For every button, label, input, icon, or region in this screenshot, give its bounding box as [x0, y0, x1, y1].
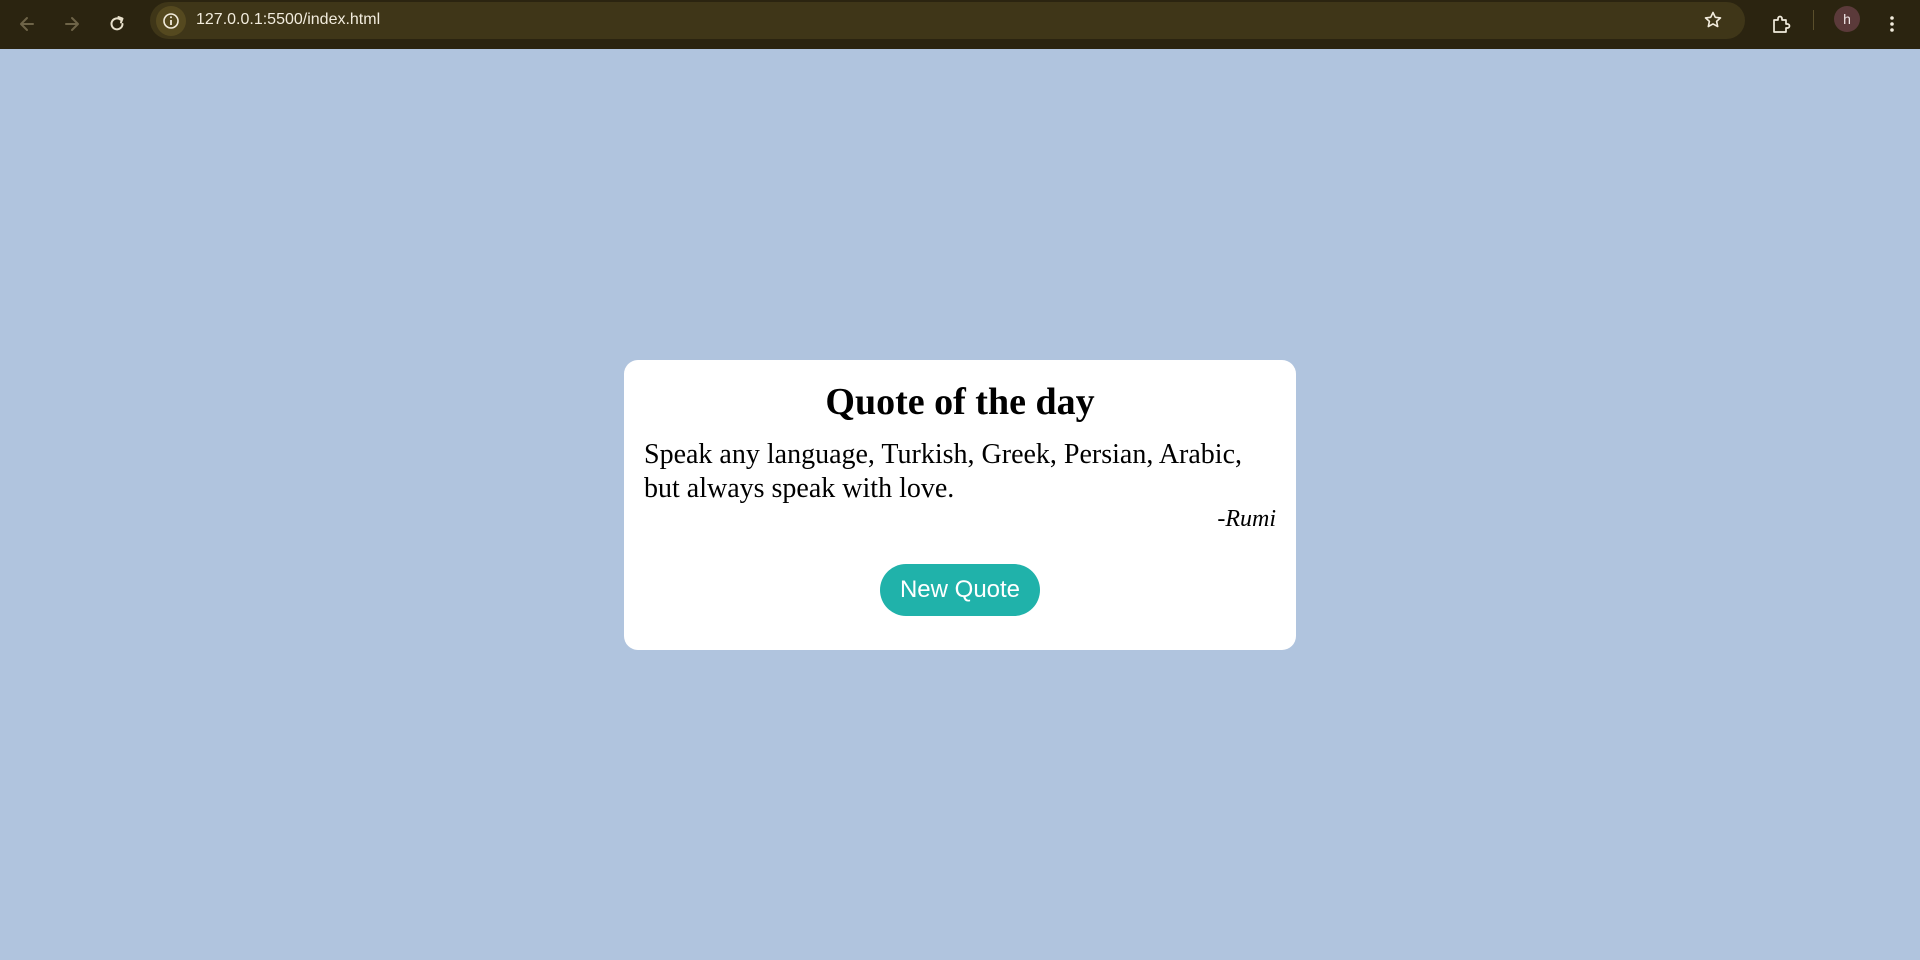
- url-text[interactable]: 127.0.0.1:5500/index.html: [196, 11, 380, 29]
- quote-author: -Rumi: [1217, 506, 1276, 532]
- quote-card: Quote of the day Speak any language, Tur…: [624, 360, 1296, 650]
- address-bar[interactable]: 127.0.0.1:5500/index.html: [150, 2, 1745, 39]
- kebab-menu-icon: [1890, 16, 1894, 32]
- back-arrow-icon: [20, 17, 34, 31]
- reload-icon: [110, 16, 124, 31]
- puzzle-icon: [1773, 15, 1791, 33]
- site-info-button[interactable]: [156, 6, 186, 36]
- info-icon: [163, 13, 179, 29]
- new-quote-button[interactable]: New Quote: [880, 564, 1040, 616]
- toolbar-divider: [1813, 10, 1814, 30]
- forward-arrow-icon: [65, 17, 79, 31]
- back-button[interactable]: [9, 6, 45, 42]
- bookmark-button[interactable]: [1695, 2, 1731, 38]
- forward-button[interactable]: [54, 6, 90, 42]
- quote-title: Quote of the day: [825, 381, 1095, 423]
- browser-toolbar: 127.0.0.1:5500/index.html h: [0, 0, 1920, 49]
- profile-avatar[interactable]: h: [1834, 6, 1860, 32]
- star-icon: [1704, 11, 1722, 28]
- quote-text: Speak any language, Turkish, Greek, Pers…: [644, 439, 1242, 504]
- page-content: Quote of the day Speak any language, Tur…: [0, 49, 1920, 960]
- reload-button[interactable]: [99, 6, 135, 42]
- browser-menu-button[interactable]: [1874, 6, 1910, 42]
- extensions-button[interactable]: [1763, 6, 1799, 42]
- profile-initial: h: [1843, 11, 1851, 27]
